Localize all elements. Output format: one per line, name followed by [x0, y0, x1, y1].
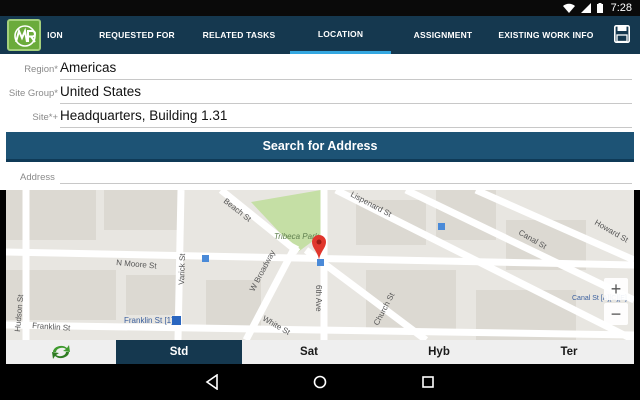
region-label: Region*: [24, 64, 58, 75]
signal-icon: [580, 3, 591, 13]
transit-icon: [202, 255, 209, 262]
address-field[interactable]: [60, 183, 632, 184]
zoom-in-button[interactable]: +: [604, 278, 628, 300]
region-field[interactable]: Americas: [60, 60, 632, 80]
tab-requested-for[interactable]: REQUESTED FOR: [88, 16, 186, 54]
site-group-label: Site Group*: [8, 88, 58, 99]
street-label-varick: Varick St: [177, 253, 187, 285]
map-canvas: Beach St N Moore St Varick St W Broadway…: [6, 190, 634, 340]
refresh-button[interactable]: [6, 340, 116, 364]
place-label-franklin-station: Franklin St [1]: [124, 316, 173, 325]
floppy-disk-icon: [614, 25, 630, 43]
back-icon[interactable]: [205, 374, 219, 390]
tab-related-tasks[interactable]: RELATED TASKS: [190, 16, 288, 54]
site-group-field[interactable]: United States: [60, 84, 632, 104]
location-form: Region* Americas Site Group* United Stat…: [0, 54, 640, 190]
map-type-bar: Std Sat Hyb Ter: [6, 340, 634, 364]
home-icon[interactable]: [313, 374, 327, 390]
map-type-std[interactable]: Std: [116, 340, 242, 364]
wifi-icon: [562, 3, 575, 13]
search-for-address-button[interactable]: Search for Address: [6, 132, 634, 162]
map-type-hyb[interactable]: Hyb: [376, 340, 502, 364]
subway-icon: [172, 316, 181, 325]
status-time: 7:28: [610, 2, 632, 14]
status-icons: 7:28: [562, 2, 632, 14]
tab-existing-work-info[interactable]: EXISTING WORK INFO: [495, 16, 597, 54]
site-field[interactable]: Headquarters, Building 1.31: [60, 108, 632, 128]
address-label: Address: [20, 172, 55, 183]
site-label: Site*+: [32, 112, 58, 123]
map-type-sat[interactable]: Sat: [246, 340, 372, 364]
save-button[interactable]: [614, 25, 630, 48]
system-navigation-bar: [0, 364, 640, 400]
status-bar: 7:28: [0, 0, 640, 16]
tab-description[interactable]: ION: [46, 16, 64, 54]
transit-icon: [438, 223, 445, 230]
app-logo[interactable]: [7, 19, 41, 51]
battery-icon: [596, 3, 603, 13]
tab-location[interactable]: LOCATION: [290, 16, 391, 54]
tab-assignment[interactable]: ASSIGNMENT: [395, 16, 491, 54]
mr-logo-icon: [14, 25, 37, 47]
recents-icon[interactable]: [421, 374, 435, 390]
top-tab-bar: ION REQUESTED FOR RELATED TASKS LOCATION…: [0, 16, 640, 54]
zoom-out-button[interactable]: −: [604, 303, 628, 325]
map-type-ter[interactable]: Ter: [506, 340, 632, 364]
map-view[interactable]: Beach St N Moore St Varick St W Broadway…: [6, 190, 634, 340]
transit-icon: [317, 259, 324, 266]
refresh-icon: [52, 345, 70, 359]
street-label-6th-ave: 6th Ave: [314, 285, 323, 312]
